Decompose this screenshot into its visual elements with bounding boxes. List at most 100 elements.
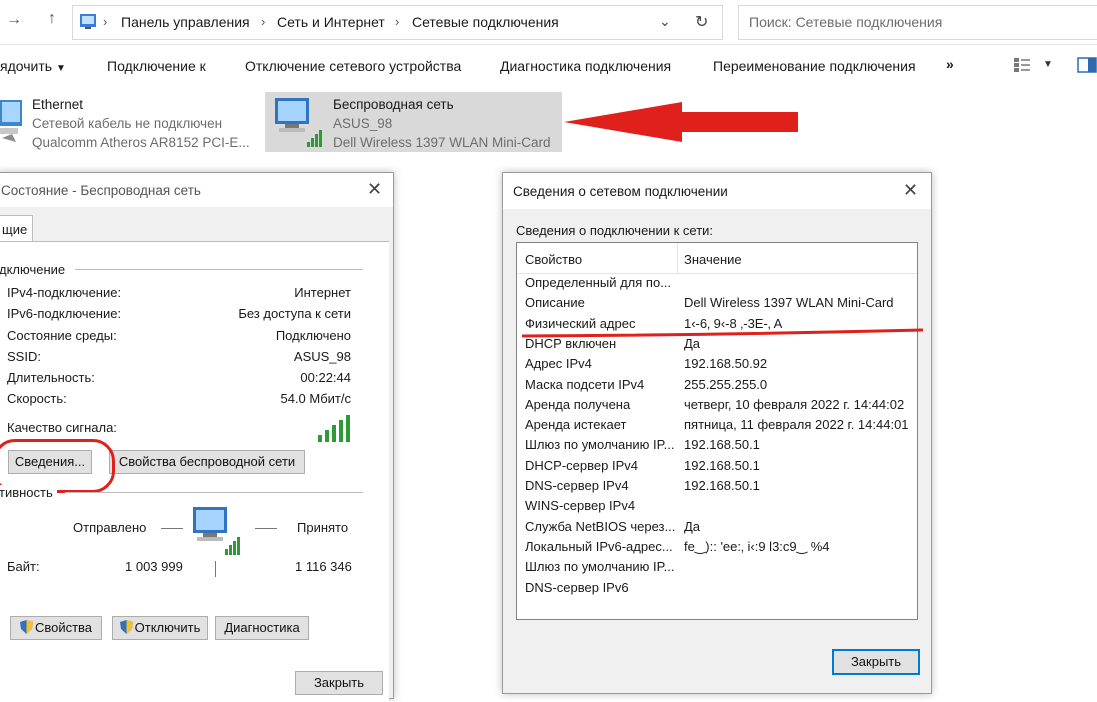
annotation-underline — [521, 328, 924, 338]
row-property: Адрес IPv4 — [525, 356, 592, 372]
preview-pane-icon[interactable] — [1077, 57, 1097, 76]
dropdown-arrow-icon: ▼ — [55, 63, 66, 74]
breadcrumb-network-connections[interactable]: Сетевые подключения — [412, 14, 559, 30]
activity-group-label: тивность — [0, 485, 57, 500]
diagnose-button[interactable]: Диагностика — [215, 616, 309, 640]
shield-icon — [19, 619, 33, 634]
row-value: 192.168.50.92 — [684, 356, 768, 372]
details-close-button[interactable]: Закрыть — [832, 649, 920, 675]
view-dropdown-icon[interactable]: ▼ — [1043, 59, 1053, 70]
ssid-value: ASUS_98 — [293, 349, 351, 364]
signal-quality-label: Качество сигнала: — [7, 420, 117, 435]
ipv4-label: IPv4-подключение: — [7, 285, 122, 300]
table-row[interactable]: Маска подсети IPv4 255.255.255.0 — [517, 377, 917, 397]
details-dialog-titlebar: Сведения о сетевом подключении ✕ — [503, 173, 931, 209]
table-row[interactable]: Служба NetBIOS через... Да — [517, 519, 917, 539]
network-activity-icon — [191, 505, 249, 560]
row-property: WINS-сервер IPv4 — [525, 498, 636, 514]
table-row[interactable]: Шлюз по умолчанию IP... 192.168.50.1 — [517, 437, 917, 457]
table-row[interactable]: DNS-сервер IPv4 192.168.50.1 — [517, 478, 917, 498]
up-arrow-icon[interactable]: ↑ — [48, 10, 56, 28]
table-row[interactable]: Аренда истекает пятница, 11 февраля 2022 … — [517, 417, 917, 437]
row-value: 255.255.255.0 — [684, 376, 768, 392]
row-value: 192.168.50.1 — [684, 457, 760, 473]
ethernet-device: Qualcomm Atheros AR8152 PCI-E... — [32, 135, 250, 150]
wireless-adapter[interactable]: Беспроводная сеть ASUS_98 Dell Wireless … — [265, 92, 562, 152]
more-commands-button[interactable]: » — [946, 56, 954, 72]
row-property: Описание — [525, 295, 585, 311]
activity-line — [255, 528, 277, 529]
row-property: Аренда получена — [525, 396, 631, 412]
wireless-name: Беспроводная сеть — [333, 97, 454, 112]
row-value: 192.168.50.1 — [684, 478, 760, 493]
row-property: Локальный IPv6-адрес... — [525, 538, 673, 554]
forward-icon[interactable]: → — [6, 11, 22, 29]
column-header-value[interactable]: Значение — [684, 252, 742, 267]
table-row[interactable]: Аренда получена четверг, 10 февраля 2022 … — [517, 397, 917, 417]
ethernet-adapter[interactable]: Ethernet Сетевой кабель не подключен Qua… — [0, 92, 262, 152]
ipv4-value: Интернет — [294, 285, 351, 300]
table-row[interactable]: Описание Dell Wireless 1397 WLAN Mini-Car… — [517, 295, 917, 315]
activity-line — [161, 528, 183, 529]
close-icon[interactable]: ✕ — [903, 180, 918, 201]
disable-button-label: Отключить — [134, 620, 201, 635]
list-header: Свойство Значение — [517, 243, 917, 274]
row-property: DNS-сервер IPv6 — [525, 579, 629, 595]
table-row[interactable]: WINS-сервер IPv4 — [517, 498, 917, 518]
address-bar-area: → ↑ › Панель управления › Сеть и Интерне… — [0, 0, 1097, 45]
breadcrumb-separator: › — [395, 14, 400, 29]
diagnose-connection-button[interactable]: Диагностика подключения — [500, 58, 671, 74]
organize-label: ядочить — [0, 58, 53, 74]
row-property: DHCP-сервер IPv4 — [525, 457, 638, 473]
view-options-icon[interactable] — [1013, 57, 1031, 76]
table-row[interactable]: Адрес IPv4 192.168.50.92 — [517, 356, 917, 376]
media-state-label: Состояние среды: — [7, 328, 117, 343]
details-list[interactable]: Свойство Значение Определенный для по...… — [516, 242, 918, 620]
row-property: Аренда истекает — [525, 417, 627, 433]
signal-bars-icon — [317, 413, 353, 446]
status-dialog: Состояние - Беспроводная сеть ✕ щие дклю… — [0, 172, 394, 702]
disable-device-button[interactable]: Отключение сетевого устройства — [245, 58, 461, 74]
column-header-property[interactable]: Свойство — [525, 252, 582, 267]
speed-label: Скорость: — [7, 391, 67, 406]
group-divider — [65, 492, 363, 493]
row-value: 192.168.50.1 — [684, 437, 760, 453]
close-icon[interactable]: ✕ — [367, 179, 382, 200]
bytes-sent-value: 1 003 999 — [125, 559, 183, 574]
properties-button[interactable]: Свойства — [10, 616, 102, 640]
command-bar: ядочить ▼ Подключение к Отключение сетев… — [0, 45, 1097, 85]
refresh-button[interactable]: ↻ — [684, 5, 723, 40]
duration-label: Длительность: — [7, 370, 95, 385]
table-row[interactable]: DHCP-сервер IPv4 192.168.50.1 — [517, 458, 917, 478]
bytes-divider — [215, 561, 216, 577]
search-input[interactable]: Поиск: Сетевые подключения — [738, 5, 1097, 40]
disable-button[interactable]: Отключить — [112, 616, 208, 640]
organize-menu[interactable]: ядочить ▼ — [0, 58, 66, 74]
bytes-received-value: 1 116 346 — [295, 559, 352, 574]
status-close-button[interactable]: Закрыть — [295, 671, 383, 695]
row-property: Шлюз по умолчанию IP... — [525, 559, 675, 575]
connect-to-button[interactable]: Подключение к — [107, 58, 206, 74]
table-row[interactable]: Локальный IPv6-адрес... fe‿):: 'ee:‚ i‹:9… — [517, 539, 917, 559]
row-value: Dell Wireless 1397 WLAN Mini-Card — [684, 295, 894, 311]
row-value: пятница, 11 февраля 2022 г. 14:44:01 — [684, 417, 909, 433]
shield-icon — [119, 619, 133, 634]
chevron-down-icon[interactable]: ⌄ — [659, 13, 671, 30]
details-dialog-title: Сведения о сетевом подключении — [513, 184, 728, 199]
duration-value: 00:22:44 — [300, 370, 351, 385]
column-divider[interactable] — [677, 243, 678, 273]
speed-value: 54.0 Мбит/с — [280, 391, 351, 406]
status-dialog-title: Состояние - Беспроводная сеть — [1, 183, 201, 198]
table-row[interactable]: DNS-сервер IPv6 — [517, 580, 917, 600]
table-row[interactable]: Шлюз по умолчанию IP... — [517, 559, 917, 579]
control-panel-icon — [79, 12, 97, 33]
ethernet-name: Ethernet — [32, 97, 84, 112]
row-value: Да — [684, 518, 701, 534]
rename-connection-button[interactable]: Переименование подключения — [713, 58, 916, 74]
tab-general[interactable]: щие — [0, 215, 33, 242]
breadcrumb-network-internet[interactable]: Сеть и Интернет — [277, 14, 385, 30]
breadcrumb-control-panel[interactable]: Панель управления — [121, 14, 250, 30]
wireless-properties-button[interactable]: Свойства беспроводной сети — [109, 450, 305, 474]
address-bar[interactable]: › Панель управления › Сеть и Интернет › … — [72, 5, 686, 40]
table-row[interactable]: Определенный для по... — [517, 275, 917, 295]
